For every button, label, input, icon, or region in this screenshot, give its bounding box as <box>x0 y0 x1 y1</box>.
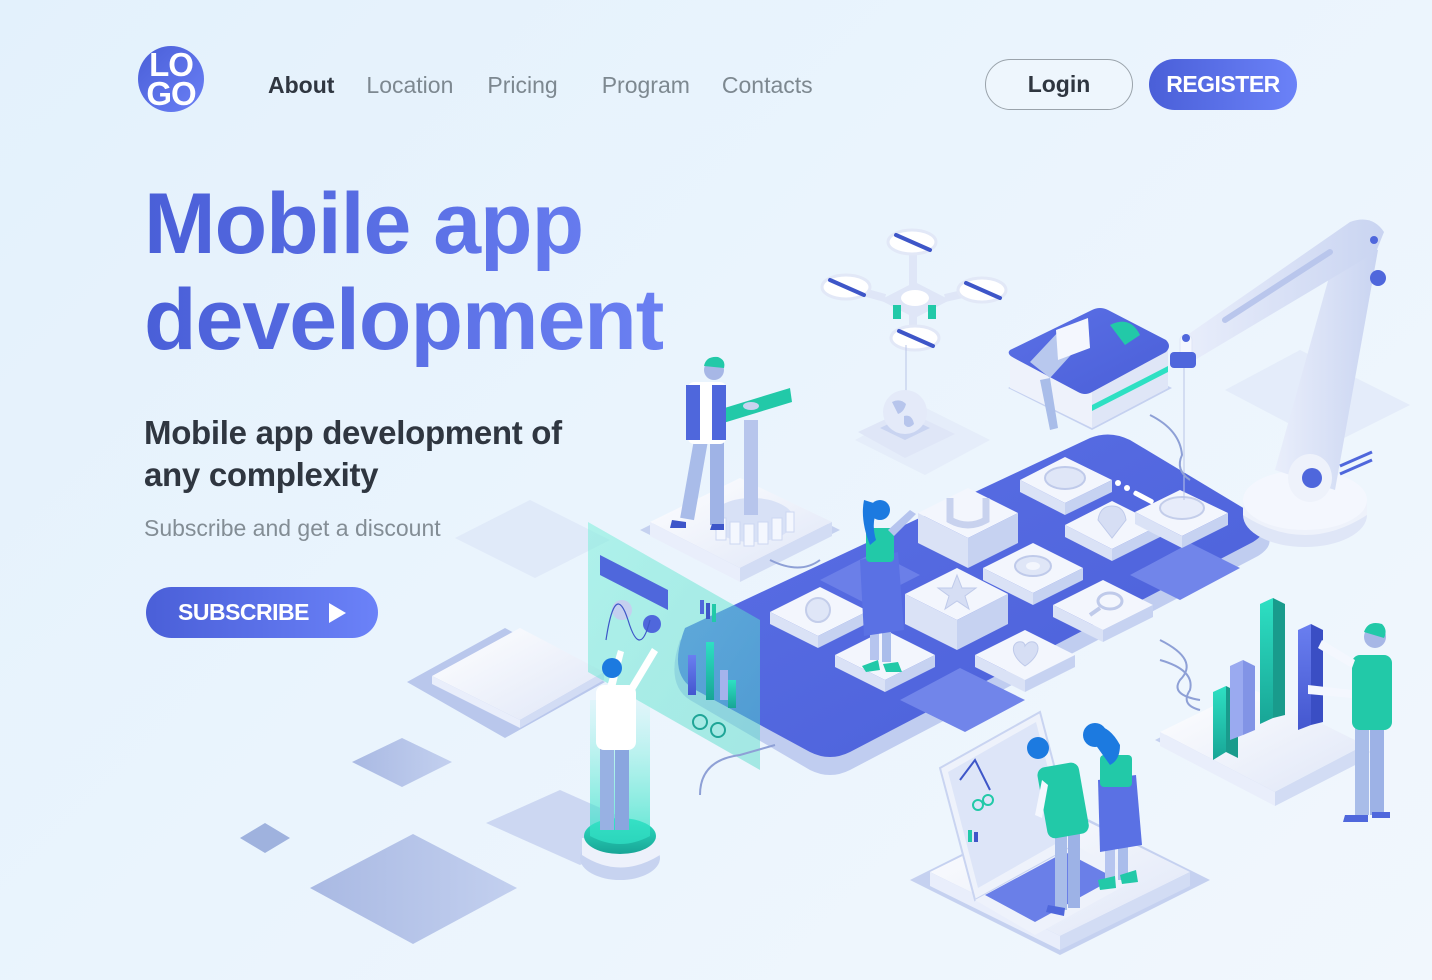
bg-tile-small <box>240 823 290 853</box>
logo-line-2: GO <box>146 75 196 112</box>
gear-station <box>640 388 840 582</box>
bg-tile-medium <box>352 738 452 787</box>
play-icon <box>328 602 346 623</box>
page-title-line-2: development <box>144 272 664 368</box>
main-nav: About Location Pricing Program Contacts <box>268 70 813 100</box>
nav-item-pricing[interactable]: Pricing <box>487 70 557 100</box>
nav-item-about[interactable]: About <box>268 70 334 100</box>
hero-caption: Subscribe and get a discount <box>144 515 441 541</box>
logo[interactable]: LO GO <box>138 46 204 112</box>
subscribe-button[interactable]: SUBSCRIBE <box>146 587 378 638</box>
subscribe-label: SUBSCRIBE <box>178 599 309 625</box>
nav-item-contacts[interactable]: Contacts <box>722 70 813 100</box>
nav-item-location[interactable]: Location <box>366 70 453 100</box>
lounge-station <box>1008 308 1172 430</box>
login-button[interactable]: Login <box>985 59 1133 110</box>
page-title-line-1: Mobile app <box>144 176 584 272</box>
hero-section: Mobile app development Mobile app develo… <box>144 176 663 638</box>
site-header: LO GO About Location Pricing Program Con… <box>0 0 1432 140</box>
bg-tile-large <box>310 834 517 944</box>
logo-text: LO GO <box>138 46 204 112</box>
register-button[interactable]: REGISTER <box>1149 59 1297 110</box>
hero-subtitle: Mobile app development of any complexity <box>144 414 562 493</box>
bar-chart-station <box>1155 598 1370 806</box>
bg-tile-faint <box>455 500 610 578</box>
nav-item-program[interactable]: Program <box>602 70 690 100</box>
page-title: Mobile app development <box>144 176 663 368</box>
empty-platform <box>407 628 605 738</box>
drone <box>820 228 1008 395</box>
